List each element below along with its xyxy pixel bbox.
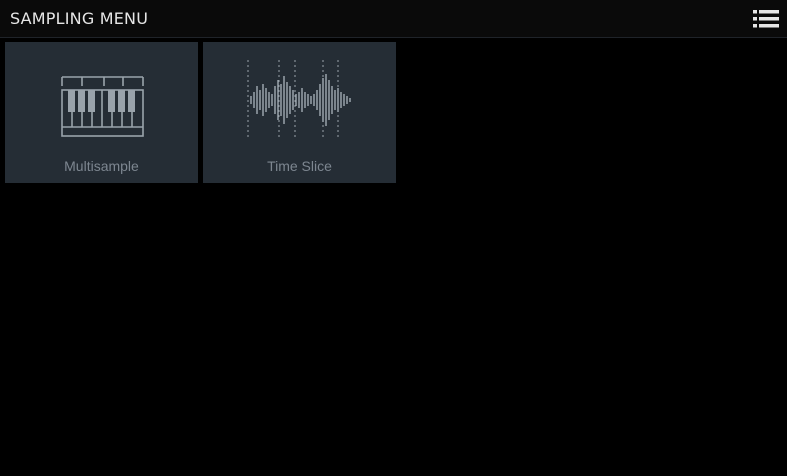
title-bar: SAMPLING MENU <box>0 0 787 38</box>
list-menu-icon <box>753 10 779 28</box>
tile-label: Multisample <box>64 158 139 174</box>
waveform-slice-icon <box>247 60 351 140</box>
piano-keyboard-icon <box>61 76 144 137</box>
time-slice-tile[interactable]: Time Slice <box>203 42 396 183</box>
tile-label: Time Slice <box>267 158 332 174</box>
menu-button[interactable] <box>753 8 779 30</box>
multisample-tile[interactable]: Multisample <box>5 42 198 183</box>
page-title: SAMPLING MENU <box>10 9 149 28</box>
